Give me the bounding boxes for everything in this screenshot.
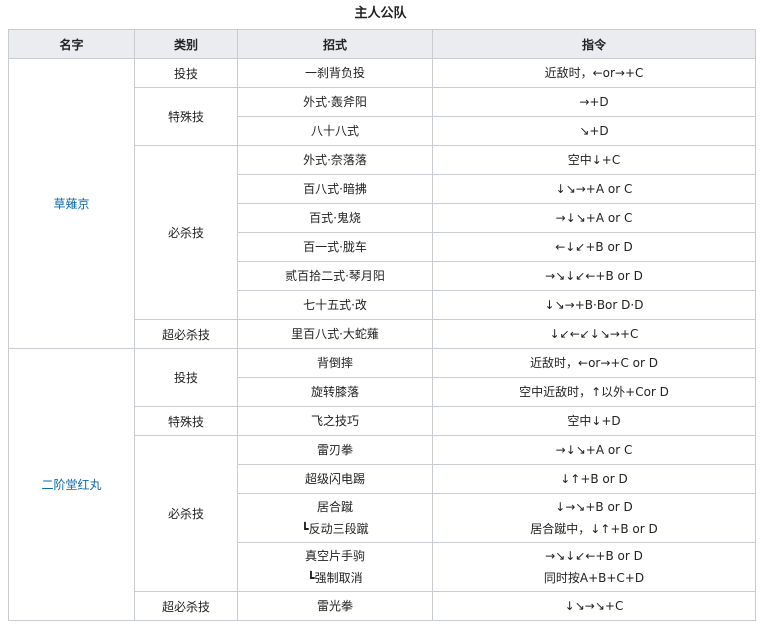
move-name: 一刹背负投 [304, 66, 365, 80]
move-command: 空中↓+C [567, 153, 621, 167]
move-command-cell: ↘+D [432, 116, 756, 146]
move-command: →↘↓↙←+B or D [545, 269, 643, 283]
move-command-cell: ↓↘→+A or C [432, 174, 756, 204]
move-name-cell: 外式·奈落落 [237, 145, 433, 175]
move-name: 旋转膝落 [310, 385, 359, 399]
move-command: ↓↘→+B·Bor D·D [544, 298, 644, 312]
move-command: 近敌时，←or→+C [544, 66, 644, 80]
move-command: 近敌时，←or→+C or D [530, 356, 658, 370]
move-name: 真空片手驹 [304, 549, 365, 563]
move-name-cell: 里百八式·大蛇薙 [237, 319, 433, 349]
move-command-cell: 近敌时，←or→+C or D [432, 348, 756, 378]
table-row: 草薙京 投技 一刹背负投 近敌时，←or→+C [8, 58, 756, 349]
move-name: 百一式·胧车 [303, 240, 367, 254]
move-command: 空中↓+D [567, 414, 621, 428]
move-name: 七十五式·改 [303, 298, 367, 312]
move-name: ┗强制取消 [307, 571, 363, 585]
table-header-row: 名字 类别 招式 指令 [8, 29, 756, 59]
move-command: 居合蹴中，↓↑+B or D [530, 522, 658, 536]
move-command-cell: ↓↘→+B·Bor D·D [432, 290, 756, 320]
table-body: 草薙京 投技 一刹背负投 近敌时，←or→+C 特殊技 外式·轰斧阳 →+D 八十八式 ↘+D 必… [8, 58, 756, 621]
move-name: 百式·鬼烧 [309, 211, 361, 225]
header-name: 名字 [8, 29, 135, 59]
move-name: 八十八式 [310, 124, 359, 138]
move-command-cell: 空中近敌时，↑以外+Cor D [432, 377, 756, 407]
move-command-cell: 空中↓+D [432, 406, 756, 436]
move-command: →+D [579, 95, 609, 109]
move-command: →↘↓↙←+B or D [545, 549, 643, 563]
move-command: ↓↙←↙↓↘→+C [549, 327, 639, 341]
move-command: ←↓↙+B or D [555, 240, 633, 254]
move-category-cell: 投技 [134, 348, 238, 407]
move-command: →↓↘+A or C [555, 211, 633, 225]
move-name-cell: 真空片手驹 ┗强制取消 [237, 542, 433, 592]
move-name-cell: 百八式·暗拂 [237, 174, 433, 204]
move-category-cell: 必杀技 [134, 435, 238, 592]
move-category-cell: 特殊技 [134, 406, 238, 436]
move-command-cell: ↓→↘+B or D 居合蹴中，↓↑+B or D [432, 493, 756, 543]
move-command: 同时按A+B+C+D [543, 571, 645, 585]
move-category-cell: 超必杀技 [134, 319, 238, 349]
move-command-cell: ↓↑+B or D [432, 464, 756, 494]
move-name-cell: 贰百拾二式·琴月阳 [237, 261, 433, 291]
move-table: 名字 类别 招式 指令 草薙京 投技 一刹背负投 近敌时，←or→+C 特殊技 外式·轰斧… [8, 29, 756, 621]
move-name-cell: 一刹背负投 [237, 58, 433, 88]
move-name: 雷光拳 [316, 599, 353, 613]
move-name-cell: 飞之技巧 [237, 406, 433, 436]
fighter-name-link[interactable]: 二阶堂红丸 [8, 348, 135, 621]
table-row: 二阶堂红丸 投技 背倒摔 近敌时，←or→+C or D [8, 348, 756, 621]
move-command-cell: →↓↘+A or C [432, 435, 756, 465]
move-name-cell: 雷光拳 [237, 591, 433, 621]
move-command: ↓↑+B or D [560, 472, 628, 486]
move-command-cell: 近敌时，←or→+C [432, 58, 756, 88]
move-command-cell: →↓↘+A or C [432, 203, 756, 233]
move-command-cell: 空中↓+C [432, 145, 756, 175]
move-category-cell: 投技 [134, 58, 238, 88]
move-command-cell: ↓↘→↘+C [432, 591, 756, 621]
move-name-cell: 百式·鬼烧 [237, 203, 433, 233]
move-name-cell: 旋转膝落 [237, 377, 433, 407]
move-name: 外式·奈落落 [303, 153, 367, 167]
move-name: 里百八式·大蛇薙 [291, 327, 379, 341]
move-command-cell: →↘↓↙←+B or D [432, 261, 756, 291]
header-move: 招式 [237, 29, 433, 59]
move-name: 背倒摔 [316, 356, 353, 370]
move-name: 百八式·暗拂 [303, 182, 367, 196]
move-category-cell: 特殊技 [134, 87, 238, 146]
header-command: 指令 [432, 29, 756, 59]
page-title: 主人公队 [354, 6, 407, 21]
move-name-cell: 雷刃拳 [237, 435, 433, 465]
move-command: ↓→↘+B or D [555, 500, 633, 514]
move-command-cell: ←↓↙+B or D [432, 232, 756, 262]
move-command-cell: →+D [432, 87, 756, 117]
move-name-cell: 百一式·胧车 [237, 232, 433, 262]
move-name: 贰百拾二式·琴月阳 [285, 269, 385, 283]
move-command: 空中近敌时，↑以外+Cor D [519, 385, 669, 399]
move-category-cell: 必杀技 [134, 145, 238, 320]
header-category: 类别 [134, 29, 238, 59]
move-command-cell: →↘↓↙←+B or D 同时按A+B+C+D [432, 542, 756, 592]
move-category-cell: 超必杀技 [134, 591, 238, 621]
move-command-cell: ↓↙←↙↓↘→+C [432, 319, 756, 349]
move-command: ↓↘→↘+C [564, 599, 624, 613]
move-name: 雷刃拳 [316, 443, 353, 457]
move-name-cell: 八十八式 [237, 116, 433, 146]
move-command: →↓↘+A or C [555, 443, 633, 457]
move-name-cell: 居合蹴 ┗反动三段蹴 [237, 493, 433, 543]
move-name: 居合蹴 [316, 500, 353, 514]
move-name: 外式·轰斧阳 [303, 95, 367, 109]
move-command: ↓↘→+A or C [555, 182, 633, 196]
move-name: 超级闪电踢 [304, 472, 365, 486]
move-name-cell: 外式·轰斧阳 [237, 87, 433, 117]
move-name-cell: 超级闪电踢 [237, 464, 433, 494]
fighter-name-link[interactable]: 草薙京 [8, 58, 135, 349]
move-name: ┗反动三段蹴 [301, 522, 369, 536]
move-name-cell: 背倒摔 [237, 348, 433, 378]
move-command: ↘+D [579, 124, 609, 138]
move-name: 飞之技巧 [310, 414, 359, 428]
move-name-cell: 七十五式·改 [237, 290, 433, 320]
